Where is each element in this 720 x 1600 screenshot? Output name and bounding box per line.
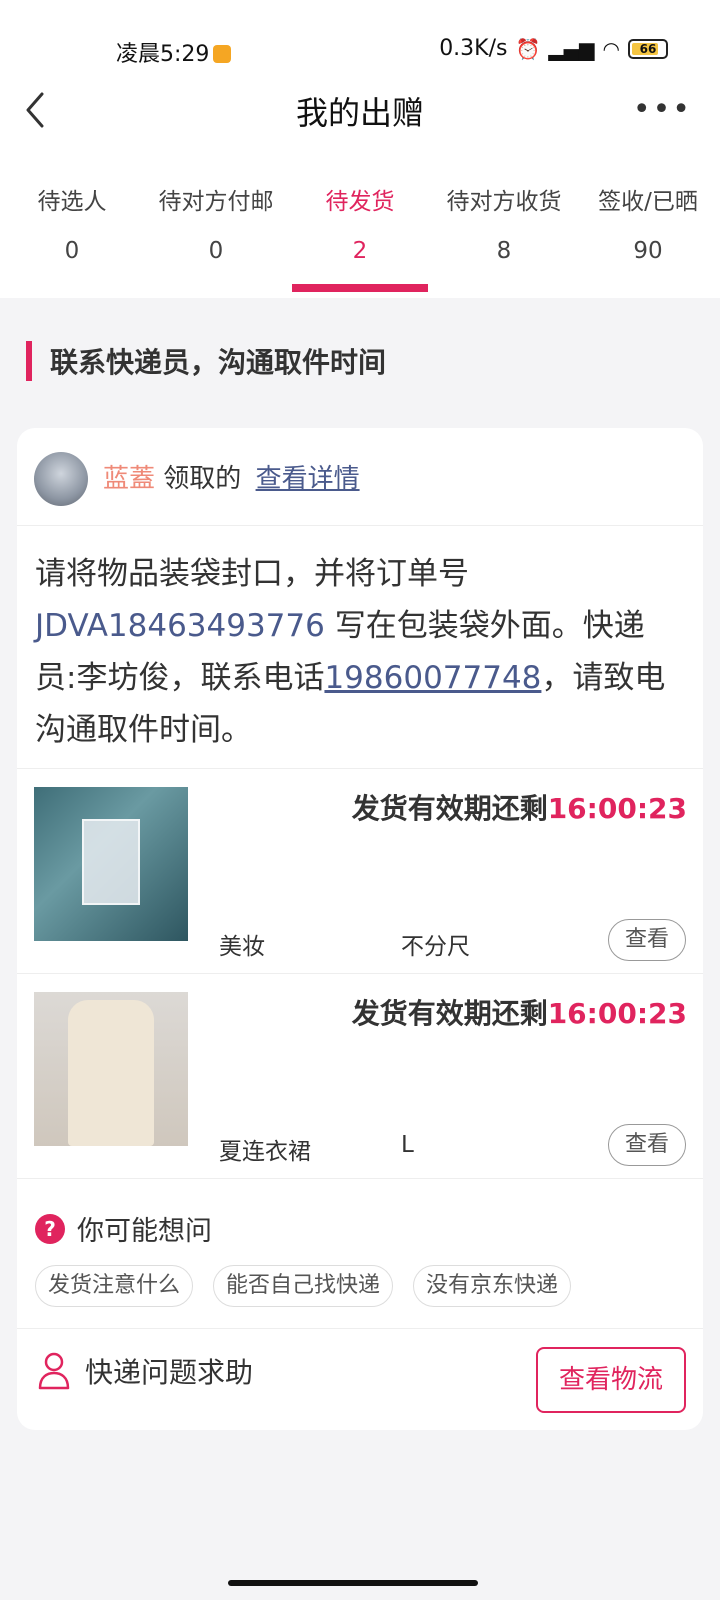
avatar[interactable] bbox=[34, 452, 88, 506]
shipment-card: 蓝蓋 领取的 查看详情 请将物品装袋封口，并将订单号 JDVA184634937… bbox=[17, 428, 703, 1430]
notification-icon bbox=[213, 45, 232, 63]
item-category: 夏连衣裙 bbox=[219, 1139, 311, 1165]
faq-section: ? 你可能想问 发货注意什么 能否自己找快递 没有京东快递 bbox=[17, 1178, 703, 1328]
wifi-icon: ◠ bbox=[602, 36, 620, 61]
shipping-instructions: 请将物品装袋封口，并将订单号 JDVA18463493776 写在包装袋外面。快… bbox=[35, 548, 685, 756]
courier-help[interactable]: 快递问题求助 bbox=[37, 1351, 253, 1391]
faq-title-text: 你可能想问 bbox=[77, 1216, 212, 1247]
question-icon: ? bbox=[35, 1213, 65, 1244]
section-accent-bar bbox=[26, 341, 32, 381]
card-footer: 快递问题求助 查看物流 bbox=[17, 1328, 703, 1430]
tab-pending-receipt[interactable]: 待对方收货 8 bbox=[432, 182, 576, 298]
item-size: 不分尺 bbox=[401, 934, 470, 960]
alarm-icon: ⏰ bbox=[515, 36, 541, 61]
section-header: 联系快递员，沟通取件时间 bbox=[26, 340, 386, 382]
view-logistics-button[interactable]: 查看物流 bbox=[536, 1347, 686, 1413]
tab-count: 8 bbox=[496, 238, 512, 264]
tab-label: 待发货 bbox=[325, 189, 395, 215]
item-dress-shape bbox=[68, 1000, 154, 1146]
person-icon bbox=[38, 1352, 70, 1390]
tab-count: 2 bbox=[352, 238, 368, 264]
faq-chip[interactable]: 发货注意什么 bbox=[35, 1265, 194, 1307]
item-size: L bbox=[401, 1132, 414, 1158]
instructions-part1: 请将物品装袋封口，并将订单号 bbox=[35, 556, 469, 592]
tab-label: 待对方付邮 bbox=[158, 189, 274, 215]
top-area: 凌晨5:29 0.3K/s ⏰ ▂▄▆ ◠ 66 我的出赠 ••• 待选人 0 … bbox=[0, 0, 720, 298]
page-title: 我的出赠 bbox=[295, 94, 424, 132]
tab-count: 90 bbox=[633, 238, 663, 264]
tab-count: 0 bbox=[208, 238, 224, 264]
tab-pending-selection[interactable]: 待选人 0 bbox=[0, 182, 144, 298]
view-detail-link[interactable]: 查看详情 bbox=[256, 464, 360, 494]
countdown-timer: 16:00:23 bbox=[547, 792, 687, 825]
faq-chips: 发货注意什么 能否自己找快递 没有京东快递 bbox=[35, 1265, 591, 1307]
nav-bar: 我的出赠 ••• bbox=[0, 80, 720, 140]
status-time: 凌晨5:29 bbox=[116, 36, 232, 68]
faq-chip[interactable]: 能否自己找快递 bbox=[213, 1265, 394, 1307]
courier-help-label: 快递问题求助 bbox=[85, 1356, 254, 1389]
view-item-button[interactable]: 查看 bbox=[608, 919, 686, 961]
item-category: 美妆 bbox=[219, 934, 265, 960]
faq-title: ? 你可能想问 bbox=[35, 1209, 212, 1248]
battery-icon: 66 bbox=[628, 38, 668, 59]
home-indicator[interactable] bbox=[228, 1580, 478, 1586]
courier-phone-link[interactable]: 19860077748 bbox=[324, 660, 541, 696]
shipping-deadline: 发货有效期还剩16:00:23 bbox=[352, 787, 687, 827]
network-speed: 0.3K/s bbox=[439, 36, 508, 61]
battery-level: 66 bbox=[639, 41, 657, 56]
deadline-label: 发货有效期还剩 bbox=[351, 997, 548, 1030]
status-right: 0.3K/s ⏰ ▂▄▆ ◠ 66 bbox=[439, 36, 668, 61]
signal-icon: ▂▄▆ bbox=[548, 36, 595, 61]
tab-pending-shipment[interactable]: 待发货 2 bbox=[288, 182, 432, 298]
countdown-timer: 16:00:23 bbox=[547, 997, 687, 1030]
claim-row: 蓝蓋 领取的 查看详情 bbox=[17, 428, 703, 526]
tab-underline bbox=[292, 284, 428, 292]
tab-label: 签收/已晒 bbox=[598, 189, 698, 215]
claimer-name[interactable]: 蓝蓋 bbox=[103, 464, 155, 494]
shipping-deadline: 发货有效期还剩16:00:23 bbox=[352, 992, 687, 1032]
order-number: JDVA18463493776 bbox=[35, 608, 325, 644]
status-time-text: 凌晨5:29 bbox=[116, 42, 210, 67]
item-thumbnail[interactable] bbox=[34, 992, 188, 1146]
claim-action: 领取的 bbox=[163, 464, 242, 494]
tab-label: 待选人 bbox=[37, 189, 107, 215]
more-icon[interactable]: ••• bbox=[633, 92, 692, 127]
deadline-label: 发货有效期还剩 bbox=[351, 792, 548, 825]
view-item-button[interactable]: 查看 bbox=[608, 1124, 686, 1166]
tab-bar: 待选人 0 待对方付邮 0 待发货 2 待对方收货 8 签收/已晒 90 bbox=[0, 182, 720, 298]
faq-chip[interactable]: 没有京东快递 bbox=[413, 1265, 572, 1307]
item-row[interactable]: 发货有效期还剩16:00:23 夏连衣裙 L 查看 bbox=[17, 973, 703, 1177]
item-row[interactable]: 发货有效期还剩16:00:23 美妆 不分尺 查看 bbox=[17, 768, 703, 972]
claim-text: 蓝蓋 领取的 查看详情 bbox=[103, 458, 360, 495]
tab-count: 0 bbox=[64, 238, 80, 264]
tab-signed-shared[interactable]: 签收/已晒 90 bbox=[576, 182, 720, 298]
tab-label: 待对方收货 bbox=[446, 189, 562, 215]
tab-pending-postage[interactable]: 待对方付邮 0 bbox=[144, 182, 288, 298]
item-thumbnail[interactable] bbox=[34, 787, 188, 941]
section-title: 联系快递员，沟通取件时间 bbox=[50, 346, 387, 379]
item-bag-shape bbox=[82, 819, 140, 905]
